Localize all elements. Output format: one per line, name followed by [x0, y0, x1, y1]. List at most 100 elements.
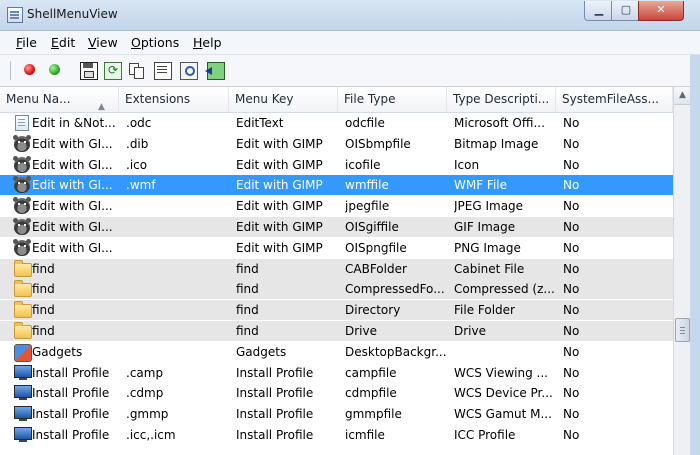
green-dot-icon[interactable] [49, 64, 60, 75]
scroll-thumb[interactable] [675, 318, 690, 342]
extensions-cell: .dib [126, 136, 149, 151]
file-type-cell: CompressedFo... [345, 282, 445, 297]
menu-name-cell: Edit with GI... [32, 178, 113, 193]
file-type-cell: OISpngfile [345, 240, 407, 255]
menu-key-cell: Gadgets [236, 344, 287, 359]
menu-name-cell: find [32, 261, 55, 276]
table-row[interactable]: Install Profile .camp Install Profile campf… [0, 363, 673, 383]
table-row[interactable]: Edit with GI... Edit with GIMP jpegfile JPE… [0, 196, 673, 216]
file-type-cell: campfile [345, 365, 397, 380]
menu-name-cell: Edit in &Not... [32, 116, 116, 130]
column-menu-name[interactable]: Menu Na... ▲ [0, 87, 119, 112]
monitor-icon [14, 385, 32, 401]
system-file-association-cell: No [563, 178, 580, 193]
file-type-cell: DesktopBackgr... [345, 344, 447, 359]
system-file-association-cell: No [563, 324, 580, 338]
menu-name-cell: Edit with GI... [32, 157, 113, 172]
table-row[interactable]: Install Profile .gmmp Install Profile gmmpf… [0, 404, 673, 424]
column-system-file-association[interactable]: SystemFileAss... [556, 87, 673, 112]
menu-key-cell: find [236, 261, 259, 276]
menu-edit[interactable]: Edit [51, 35, 75, 50]
gimp-icon [13, 176, 30, 194]
extensions-cell [126, 321, 228, 341]
properties-icon[interactable] [154, 62, 172, 80]
system-file-association-cell: No [563, 199, 580, 214]
menu-key-cell: Edit with GIMP [236, 220, 323, 234]
type-description-cell: Icon [454, 157, 480, 172]
table-row[interactable]: Edit with GI... Edit with GIMP OISgiffile G… [0, 217, 673, 237]
extensions-cell: .gmmp [126, 407, 169, 422]
system-file-association-cell: No [563, 261, 580, 276]
vertical-scrollbar[interactable]: ▲ [673, 87, 691, 455]
type-description-cell: Microsoft Offi... [454, 116, 545, 130]
table-row[interactable]: find find Drive Drive No [0, 321, 673, 341]
type-description-cell [454, 342, 556, 362]
menu-name-cell: Install Profile [32, 407, 110, 422]
table-row[interactable]: Gadgets Gadgets DesktopBackgr... No [0, 342, 673, 362]
file-type-cell: icofile [345, 157, 381, 172]
toolbar-separator [10, 61, 14, 80]
red-dot-icon[interactable] [24, 64, 35, 75]
table-row[interactable]: find find CABFolder Cabinet File No [0, 258, 673, 279]
type-description-cell: WCS Viewing ... [454, 365, 548, 380]
gimp-icon [13, 155, 30, 173]
menu-name-cell: Edit with GI... [32, 240, 113, 255]
menu-key-cell: Edit with GIMP [236, 157, 323, 172]
system-file-association-cell: No [563, 136, 580, 151]
menu-options[interactable]: Options [131, 35, 179, 50]
file-type-cell: icmfile [345, 428, 385, 442]
table-row[interactable]: Edit with GI... .ico Edit with GIMP icofile… [0, 155, 673, 175]
extensions-cell: .icc,.icm [126, 428, 176, 442]
extensions-cell: .ico [126, 157, 148, 172]
refresh-icon[interactable]: ⟳ [104, 62, 122, 80]
column-header: Menu Na... ▲ Extensions Menu Key File Ty… [0, 87, 673, 113]
table-row[interactable]: find find Directory File Folder No [0, 300, 673, 321]
column-extensions[interactable]: Extensions [119, 87, 229, 112]
system-file-association-cell: No [563, 220, 580, 234]
table-row[interactable]: find find CompressedFo... Compressed (z... N… [0, 279, 673, 300]
menu-key-cell: Edit with GIMP [236, 240, 323, 255]
menu-name-cell: Edit with GI... [32, 220, 113, 234]
folder-icon [14, 301, 32, 319]
table-row[interactable]: Edit with GI... .wmf Edit with GIMP wmffile… [0, 175, 673, 196]
system-file-association-cell: No [563, 240, 580, 255]
file-type-cell: wmffile [345, 178, 389, 193]
monitor-icon [14, 427, 32, 442]
type-description-cell: File Folder [454, 303, 515, 318]
menu-name-cell: find [32, 303, 55, 318]
file-type-cell: odcfile [345, 116, 385, 130]
sort-ascending-icon: ▲ [98, 102, 105, 112]
menu-key-cell: find [236, 282, 259, 297]
save-icon[interactable] [80, 62, 98, 80]
column-menu-key[interactable]: Menu Key [229, 87, 338, 112]
menu-file[interactable]: File [16, 35, 37, 50]
menu-view[interactable]: View [88, 35, 118, 50]
folder-icon [14, 280, 32, 298]
menu-key-cell: Install Profile [236, 407, 314, 422]
table-row[interactable]: Install Profile .icc,.icm Install Profile i… [0, 425, 673, 445]
table-row[interactable]: Install Profile .cdmp Install Profile cdmpf… [0, 383, 673, 403]
scroll-up-button[interactable]: ▲ [674, 87, 691, 105]
menu-help[interactable]: Help [193, 35, 222, 50]
type-description-cell: Cabinet File [454, 261, 525, 276]
system-file-association-cell: No [563, 344, 580, 359]
title-bar: ShellMenuView ▁ ▢ ✕ [0, 0, 700, 31]
find-icon[interactable] [180, 62, 198, 80]
maximize-button[interactable]: ▢ [611, 1, 641, 21]
copy-icon[interactable] [128, 62, 144, 79]
exit-icon[interactable] [205, 62, 225, 80]
menu-key-cell: find [236, 303, 259, 318]
column-file-type[interactable]: File Type [338, 87, 447, 112]
table-row[interactable]: Edit with GI... .dib Edit with GIMP OISbmpf… [0, 134, 673, 154]
file-type-cell: OISgiffile [345, 220, 399, 234]
system-file-association-cell: No [563, 365, 580, 380]
table-row[interactable]: Edit with GI... Edit with GIMP OISpngfile P… [0, 238, 673, 258]
table-row[interactable]: Edit in &Not... .odc EditText odcfile Micros… [0, 113, 673, 133]
type-description-cell: Drive [454, 324, 486, 338]
column-type-description[interactable]: Type Descripti... [447, 87, 556, 112]
type-description-cell: WCS Device Pr... [454, 386, 553, 401]
minimize-button[interactable]: ▁ [584, 1, 614, 21]
folder-icon [14, 259, 32, 277]
menu-name-cell: Install Profile [32, 428, 110, 442]
close-button[interactable]: ✕ [638, 1, 684, 21]
